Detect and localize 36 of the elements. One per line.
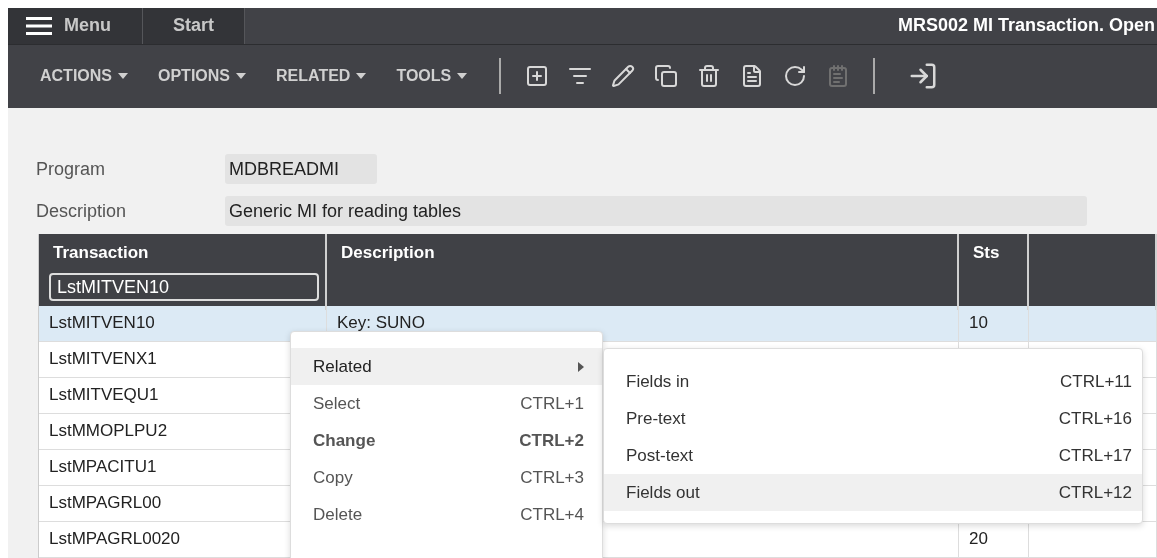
field-label: Description	[36, 200, 128, 222]
column-header: Description	[341, 243, 436, 263]
menu-item[interactable]: Fields out CTRL+12	[604, 474, 1142, 511]
toolbar-menu[interactable]: OPTIONS	[154, 63, 250, 90]
start-tab[interactable]: Start	[143, 8, 245, 44]
menu-item[interactable]: Post-text CTRL+17	[604, 437, 1142, 474]
caret-icon	[118, 73, 128, 80]
toolbar-menu[interactable]: TOOLS	[392, 63, 472, 90]
menu-item[interactable]: Pre-text CTRL+16	[604, 400, 1142, 437]
refresh-icon	[782, 64, 807, 89]
plus-square-icon	[524, 64, 549, 89]
trash-icon	[696, 64, 721, 89]
copy-icon	[653, 64, 678, 89]
table-row[interactable]: LstMITVEN10 Key: SUNO 10	[39, 306, 1157, 342]
menu-button[interactable]: Menu	[8, 8, 143, 44]
menu-item[interactable]: Select CTRL+1	[291, 385, 602, 422]
filter-field[interactable]: LstMITVEN10	[49, 273, 319, 301]
column-header: Transaction	[53, 243, 150, 263]
caret-icon	[236, 73, 246, 80]
toolbar-menu[interactable]: ACTIONS	[36, 63, 132, 90]
window-title: MRS002 MI Transaction. Open	[897, 15, 1156, 37]
readonly-field: MDBREADMI	[225, 154, 377, 184]
menu-item[interactable]: Change CTRL+2	[291, 422, 602, 459]
menu-icon	[26, 16, 52, 35]
table-cell: 10	[959, 306, 1029, 341]
menu-item[interactable]: Fields in CTRL+11	[604, 363, 1142, 400]
menu-item[interactable]: Related	[291, 348, 602, 385]
caret-icon	[356, 73, 367, 80]
pencil-icon	[610, 64, 635, 89]
field-label: Program	[36, 158, 107, 180]
toolbar-menu[interactable]: RELATED	[272, 63, 371, 90]
readonly-field: Generic MI for reading tables	[225, 196, 1087, 226]
caret-icon	[457, 73, 468, 80]
menu-item[interactable]: Delete CTRL+4	[291, 496, 602, 533]
column-header: Sts	[973, 243, 1001, 263]
menu-item[interactable]: Copy CTRL+3	[291, 459, 602, 496]
